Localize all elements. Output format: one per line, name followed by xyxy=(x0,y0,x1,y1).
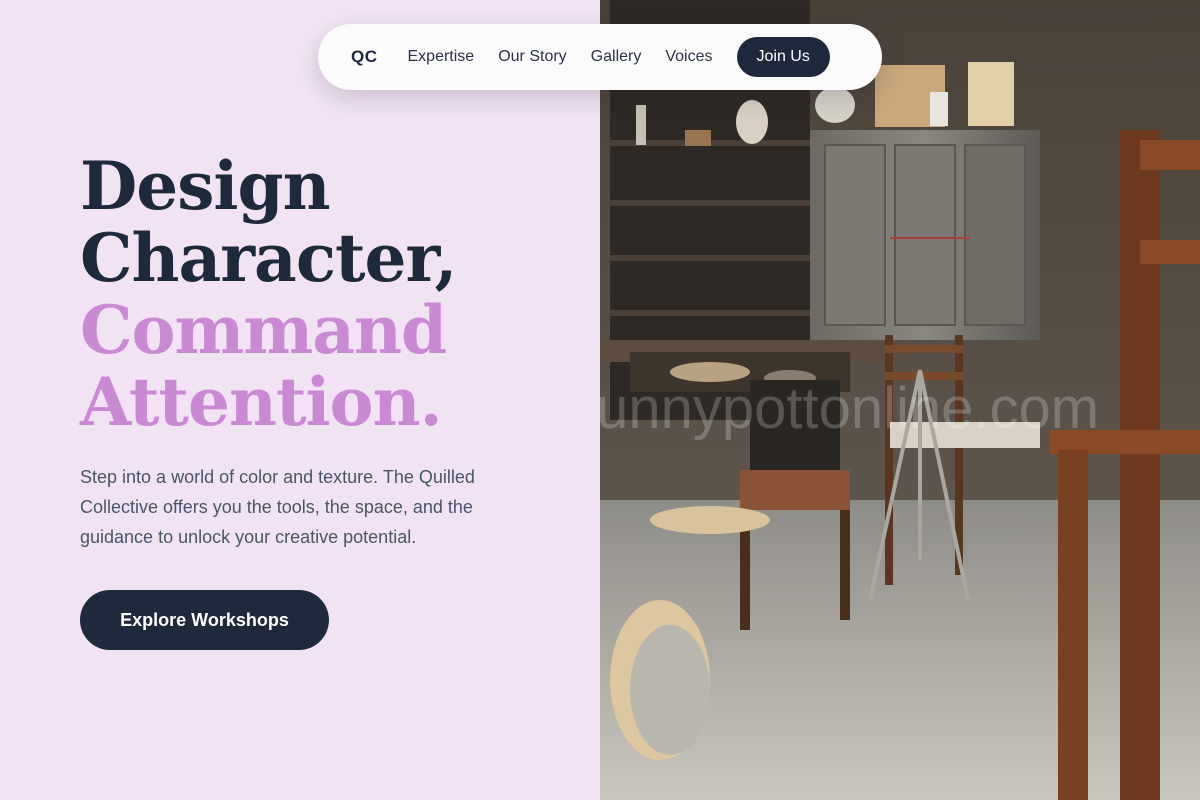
heading-line-1: Design xyxy=(80,147,331,225)
join-us-button[interactable]: Join Us xyxy=(736,37,830,77)
nav-link-our-story[interactable]: Our Story xyxy=(498,48,566,66)
heading-line-2: Character, xyxy=(80,219,457,297)
nav-link-expertise[interactable]: Expertise xyxy=(408,48,475,66)
logo[interactable]: QC xyxy=(351,47,378,67)
explore-workshops-button[interactable]: Explore Workshops xyxy=(80,590,329,650)
pottery-studio-photo: funnypottonline.com xyxy=(600,0,1200,800)
hero-image: funnypottonline.com xyxy=(600,0,1200,800)
nav-link-gallery[interactable]: Gallery xyxy=(591,48,642,66)
hero-heading: Design Character, Command Attention. xyxy=(80,147,457,441)
watermark: funnypottonline.com xyxy=(600,376,1099,441)
nav-link-voices[interactable]: Voices xyxy=(665,48,712,66)
hero-description: Step into a world of color and texture. … xyxy=(80,467,475,547)
top-navigation: QC Expertise Our Story Gallery Voices Jo… xyxy=(318,24,882,90)
heading-line-4: Attention. xyxy=(80,363,443,441)
heading-line-3: Command xyxy=(80,291,447,369)
